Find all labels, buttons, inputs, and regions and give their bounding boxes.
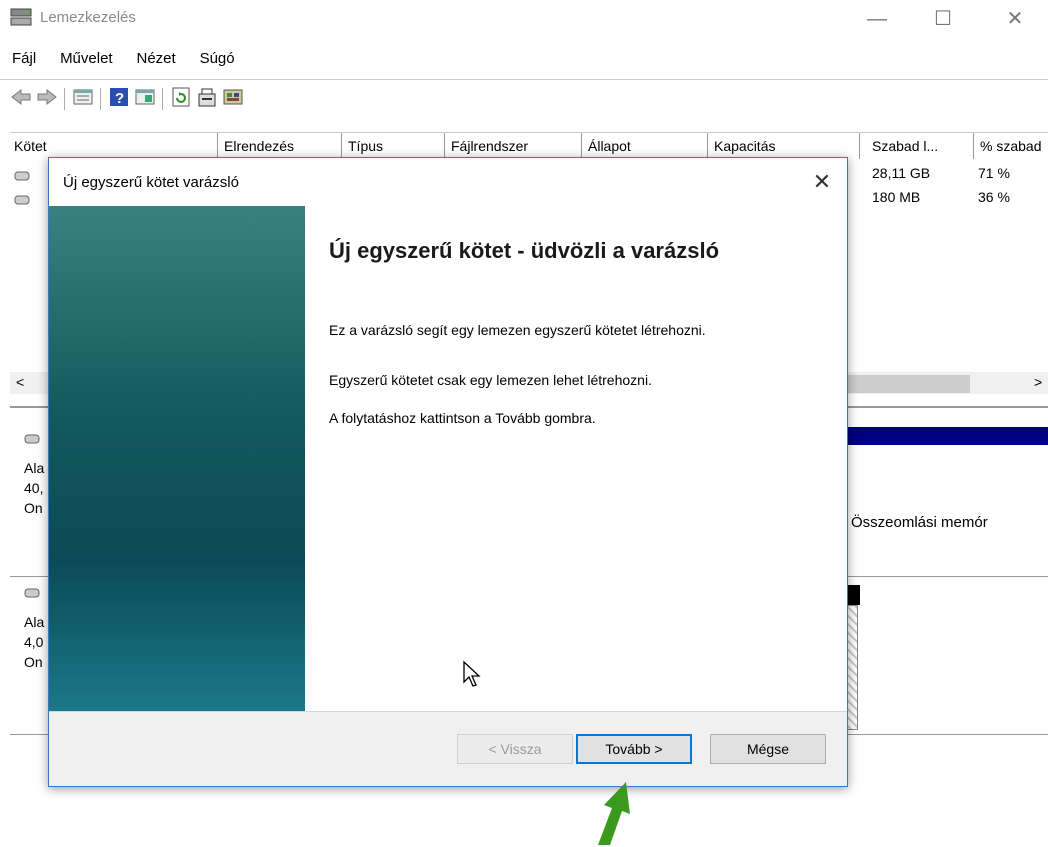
wizard-dialog: Új egyszerű kötet varázsló ✕ Új egyszerű… [48,157,848,787]
help-icon[interactable]: ? [108,86,130,108]
column-header-layout[interactable]: Elrendezés [218,133,342,159]
svg-text:?: ? [115,90,124,107]
disk1-size: 4,0 [24,634,44,650]
wizard-content-panel [305,206,847,711]
dialog-divider [49,711,847,712]
scrollbar-thumb[interactable] [830,375,970,393]
wizard-text-note: Egyszerű kötetet csak egy lemezen lehet … [329,372,652,388]
settings-icon[interactable] [222,86,244,108]
minimize-button[interactable]: — [862,6,892,32]
wizard-text-intro: Ez a varázsló segít egy lemezen egyszerű… [329,322,706,338]
menu-view[interactable]: Nézet [124,48,183,67]
column-header-filesystem[interactable]: Fájlrendszer [445,133,582,159]
wizard-banner-image [49,206,305,711]
wizard-text-instruction: A folytatáshoz kattintson a Tovább gombr… [329,410,596,426]
disk1-type: Ala [24,614,45,630]
close-button[interactable]: ✕ [1000,6,1030,32]
next-button[interactable]: Tovább > [576,734,692,764]
menu-action[interactable]: Művelet [48,48,121,67]
disk-list-icon[interactable] [72,86,94,108]
dialog-title: Új egyszerű kötet varázsló [63,174,239,191]
menu-divider [0,79,1048,80]
disk-management-icon [10,8,32,26]
column-header-capacity[interactable]: Kapacitás [708,133,860,159]
table-cell-percent: 71 % [978,165,1010,181]
toolbar-divider [64,88,65,110]
toolbar-divider [162,88,163,110]
dialog-close-button[interactable]: ✕ [807,168,837,196]
disk-icon [24,434,40,444]
menu-bar: Fájl Művelet Nézet Súgó [0,48,243,74]
disk0-label: Ala 40, On [24,458,44,518]
title-bar: Lemezkezelés — ☐ ✕ [0,0,1048,40]
disk-icon [24,588,40,598]
column-header-volume[interactable]: Kötet [0,133,218,159]
menu-file[interactable]: Fájl [0,48,44,67]
properties-icon[interactable] [196,86,218,108]
forward-arrow-icon[interactable] [36,86,58,108]
volume-drive-icon [14,195,30,205]
column-header-free-space[interactable]: Szabad l... [866,133,974,159]
disk1-label: Ala 4,0 On [24,612,44,672]
refresh-icon[interactable] [170,86,192,108]
table-cell-free: 180 MB [872,189,921,205]
scroll-right-icon[interactable]: > [1034,374,1042,390]
cancel-button[interactable]: Mégse [710,734,826,764]
column-header-percent-free[interactable]: % szabad [974,133,1048,159]
back-arrow-icon[interactable] [10,86,32,108]
maximize-button[interactable]: ☐ [928,6,958,32]
disk0-type: Ala [24,460,45,476]
column-header-type[interactable]: Típus [342,133,445,159]
wizard-heading: Új egyszerű kötet - üdvözli a varázsló [329,238,720,263]
toolbar-divider [100,88,101,110]
disk0-status: On [24,500,43,516]
scroll-left-icon[interactable]: < [16,374,24,390]
column-header-status[interactable]: Állapot [582,133,708,159]
partition-info-text: jl, Összeomlási memór [836,514,988,531]
volume-drive-icon [14,171,30,181]
dialog-title-bar: Új egyszerű kötet varázsló ✕ [49,158,847,206]
mouse-cursor-icon [463,660,481,687]
back-button[interactable]: < Vissza [457,734,573,764]
menu-help[interactable]: Súgó [188,48,243,67]
table-cell-percent: 36 % [978,189,1010,205]
view-icon[interactable] [134,86,156,108]
window-title: Lemezkezelés [40,9,136,26]
table-cell-free: 28,11 GB [872,165,931,181]
disk0-size: 40, [24,480,44,496]
disk1-status: On [24,654,43,670]
partition-header-bar [840,427,1048,445]
annotation-arrow-icon [598,782,630,845]
